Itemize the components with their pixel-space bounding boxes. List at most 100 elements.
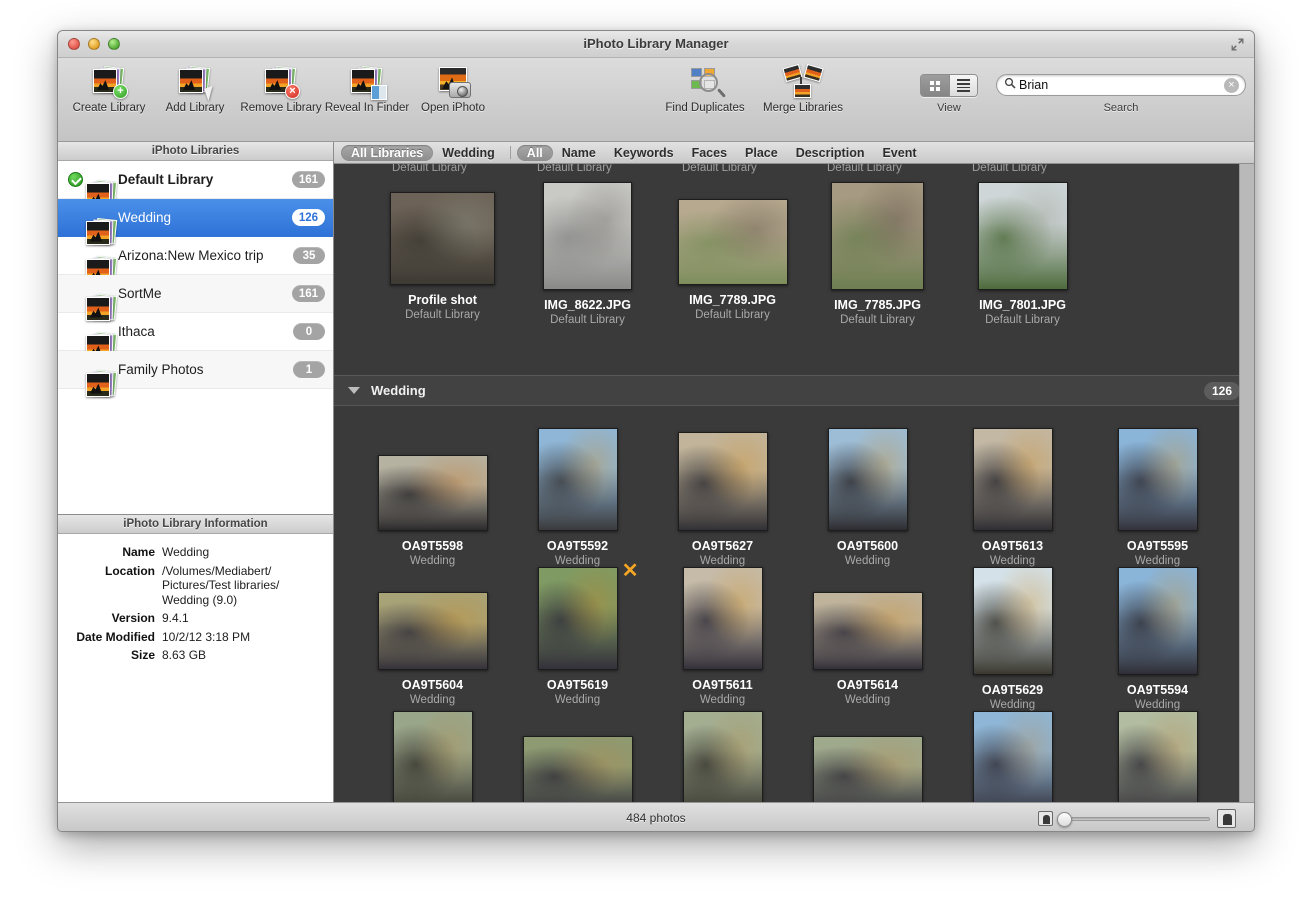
add-library-label: Add Library bbox=[165, 102, 225, 114]
photo-name: OA9T5627 bbox=[691, 539, 754, 553]
view-grid-button[interactable] bbox=[921, 75, 949, 96]
find-duplicates-button[interactable]: Find Duplicates bbox=[656, 63, 754, 114]
thumbnail-frame bbox=[668, 567, 778, 670]
filter-field-faces[interactable]: Faces bbox=[683, 145, 736, 161]
large-thumbnail-icon[interactable] bbox=[1217, 809, 1236, 828]
photo-thumbnail[interactable] bbox=[537, 567, 618, 670]
photo-thumbnail[interactable] bbox=[812, 592, 923, 670]
photo-thumbnail[interactable] bbox=[827, 428, 908, 531]
vertical-scrollbar[interactable] bbox=[1239, 164, 1254, 802]
photo-thumbnail[interactable] bbox=[682, 711, 763, 802]
view-mode-segmented[interactable] bbox=[920, 74, 978, 97]
photo-thumbnail[interactable] bbox=[1117, 567, 1198, 675]
photo-thumbnail[interactable] bbox=[972, 428, 1053, 531]
photo-thumbnail[interactable] bbox=[377, 455, 488, 531]
photo-cell[interactable] bbox=[360, 711, 505, 802]
wedding-section-header[interactable]: Wedding 126 bbox=[334, 376, 1254, 406]
photo-cell[interactable] bbox=[650, 711, 795, 802]
photo-cell[interactable] bbox=[505, 711, 650, 802]
photo-cell[interactable]: OA9T5614 Wedding bbox=[795, 567, 940, 711]
slider-knob[interactable] bbox=[1057, 811, 1072, 827]
thumbnail-frame bbox=[1103, 428, 1213, 531]
remove-library-button[interactable]: × Remove Library bbox=[238, 63, 324, 114]
filter-field-event[interactable]: Event bbox=[873, 145, 925, 161]
thumbnail-frame bbox=[812, 567, 923, 670]
photo-cell[interactable]: OA9T5627 Wedding bbox=[650, 428, 795, 567]
photo-thumbnail[interactable] bbox=[972, 711, 1053, 802]
add-library-button[interactable]: Add Library bbox=[152, 63, 238, 114]
photo-thumbnail[interactable] bbox=[812, 736, 923, 802]
sidebar-item-label: Ithaca bbox=[118, 324, 155, 339]
clear-icon[interactable]: × bbox=[1224, 78, 1239, 93]
search-box[interactable]: × bbox=[996, 74, 1246, 96]
photo-thumbnail[interactable] bbox=[522, 736, 633, 802]
photo-thumbnail[interactable] bbox=[972, 567, 1053, 675]
filter-scope-all-libraries[interactable]: All Libraries bbox=[341, 144, 434, 161]
merge-libraries-button[interactable]: Merge Libraries bbox=[754, 63, 852, 114]
photo-library: Default Library bbox=[840, 314, 915, 326]
info-key: Date Modified bbox=[76, 629, 155, 644]
sidebar-item-sortme[interactable]: SortMe 161 bbox=[58, 275, 333, 321]
photo-cell[interactable]: OA9T5594 Wedding bbox=[1085, 567, 1230, 711]
info-row: Name Wedding bbox=[58, 545, 323, 560]
photo-cell[interactable]: ✕ OA9T5619 Wedding bbox=[505, 561, 650, 711]
photo-thumbnail[interactable] bbox=[1117, 711, 1198, 802]
sidebar-item-default-library[interactable]: Default Library 161 bbox=[58, 161, 333, 207]
filter-field-description[interactable]: Description bbox=[787, 145, 874, 161]
filter-scope-wedding[interactable]: Wedding bbox=[433, 145, 504, 161]
photo-cell[interactable] bbox=[795, 711, 940, 802]
search-input[interactable] bbox=[1019, 78, 1209, 92]
photo-library: Wedding bbox=[409, 694, 456, 706]
reveal-in-finder-button[interactable]: Reveal In Finder bbox=[324, 63, 410, 114]
photo-thumbnail[interactable] bbox=[377, 592, 488, 670]
photo-cell[interactable]: OA9T5598 Wedding bbox=[360, 428, 505, 567]
photo-thumbnail[interactable] bbox=[392, 711, 473, 802]
photo-cell[interactable]: OA9T5592 Wedding bbox=[505, 428, 650, 567]
photo-library: Default Library bbox=[405, 309, 480, 321]
photo-cell[interactable]: IMG_7785.JPG Default Library bbox=[805, 182, 950, 326]
thumbnail-row bbox=[360, 711, 1254, 802]
photo-name: IMG_7789.JPG bbox=[689, 293, 776, 307]
photo-thumbnail[interactable] bbox=[677, 432, 768, 531]
photo-cell[interactable] bbox=[940, 711, 1085, 802]
create-library-button[interactable]: + Create Library bbox=[66, 63, 152, 114]
thumbnail-frame bbox=[812, 711, 923, 802]
sidebar-item-wedding[interactable]: Wedding 126 bbox=[58, 199, 333, 245]
photo-cell[interactable]: IMG_7789.JPG Default Library bbox=[660, 182, 805, 326]
sidebar-item-ithaca[interactable]: Ithaca 0 bbox=[58, 313, 333, 359]
photo-thumbnail[interactable] bbox=[1117, 428, 1198, 531]
photo-cell[interactable]: IMG_7801.JPG Default Library bbox=[950, 182, 1095, 326]
sidebar-item-family-photos[interactable]: Family Photos 1 bbox=[58, 351, 333, 397]
open-iphoto-button[interactable]: Open iPhoto bbox=[410, 63, 496, 114]
photo-cell[interactable]: OA9T5629 Wedding bbox=[940, 567, 1085, 711]
filter-field-keywords[interactable]: Keywords bbox=[605, 145, 683, 161]
thumbnail-size-slider[interactable] bbox=[1057, 811, 1210, 827]
duplicate-flag-icon[interactable]: ✕ bbox=[622, 561, 639, 581]
photo-cell[interactable]: OA9T5600 Wedding bbox=[795, 428, 940, 567]
photo-thumbnail[interactable] bbox=[390, 192, 495, 285]
small-thumbnail-icon[interactable] bbox=[1038, 811, 1053, 826]
photo-thumbnail[interactable] bbox=[537, 428, 618, 531]
iphoto-camera-icon bbox=[435, 66, 471, 98]
photo-cell[interactable] bbox=[1085, 711, 1230, 802]
filter-field-all[interactable]: All bbox=[516, 144, 553, 161]
photo-cell[interactable]: OA9T5604 Wedding bbox=[360, 567, 505, 711]
filter-field-name[interactable]: Name bbox=[553, 145, 605, 161]
photo-thumbnail[interactable] bbox=[543, 182, 632, 290]
photo-thumbnail[interactable] bbox=[977, 182, 1068, 290]
photo-cell[interactable]: OA9T5613 Wedding bbox=[940, 428, 1085, 567]
photo-cell[interactable]: OA9T5595 Wedding bbox=[1085, 428, 1230, 567]
fullscreen-icon[interactable] bbox=[1230, 37, 1245, 52]
chevron-down-icon[interactable] bbox=[348, 387, 360, 394]
photo-cell[interactable]: OA9T5611 Wedding bbox=[650, 567, 795, 711]
results-scroll-area[interactable]: Default Library Default Library Default Li… bbox=[334, 164, 1254, 802]
photo-thumbnail[interactable] bbox=[831, 182, 924, 290]
filter-field-place[interactable]: Place bbox=[736, 145, 787, 161]
view-list-button[interactable] bbox=[949, 75, 977, 96]
photo-cell[interactable]: Profile shot Default Library bbox=[370, 182, 515, 326]
photo-thumbnail[interactable] bbox=[682, 567, 763, 670]
sidebar-item-label: Default Library bbox=[118, 172, 214, 187]
photo-thumbnail[interactable] bbox=[677, 199, 788, 285]
photo-cell[interactable]: IMG_8622.JPG Default Library bbox=[515, 182, 660, 326]
sidebar-item-arizona-new-mexico-trip[interactable]: Arizona:New Mexico trip 35 bbox=[58, 237, 333, 283]
